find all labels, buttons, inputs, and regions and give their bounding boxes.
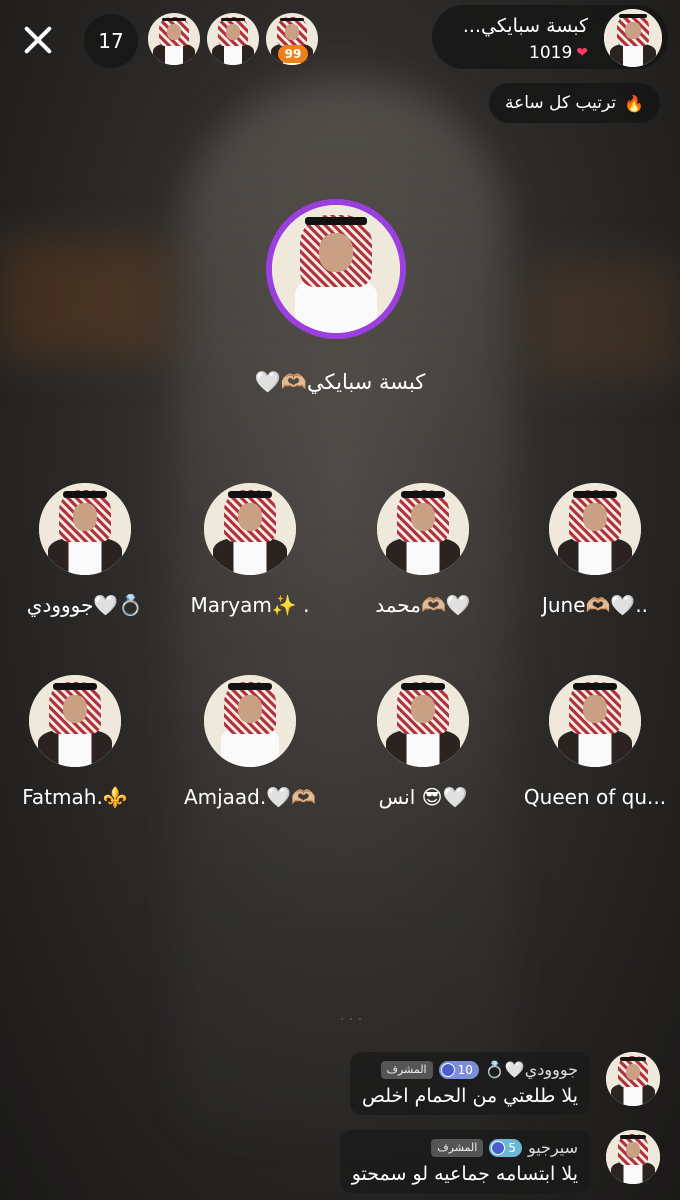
host-card[interactable]: كبسة سبايكي... 1019 ❤	[432, 5, 668, 69]
seat-name: June🫶🏼🤍..	[541, 593, 649, 617]
seat[interactable]: June🫶🏼🤍..	[510, 483, 680, 617]
avatar	[377, 675, 469, 767]
seat-avatar[interactable]	[29, 675, 121, 767]
avatar	[39, 483, 131, 575]
seat-avatar[interactable]	[204, 675, 296, 767]
chat-username[interactable]: سيرجيو	[528, 1138, 578, 1157]
seat[interactable]: محمد🫶🏼🤍	[338, 483, 508, 617]
avatar	[604, 9, 662, 67]
avatar	[549, 675, 641, 767]
level-badge: 5	[489, 1138, 522, 1157]
seat-name: جووودي🤍💍	[26, 593, 144, 617]
chat-username[interactable]: جووودي🤍💍	[485, 1060, 578, 1079]
rank-badge: 99	[278, 45, 308, 63]
background-glow-right	[530, 260, 680, 380]
seat[interactable]: Amjaad.🤍🫶🏼	[165, 675, 335, 809]
seat[interactable]: Fatmah.⚜️	[0, 675, 160, 809]
avatar	[549, 483, 641, 575]
avatar	[148, 13, 200, 65]
seat[interactable]: جووودي🤍💍	[0, 483, 170, 617]
seat-name: انس 😎🤍	[378, 785, 468, 809]
chat-header: سيرجيو 5 المشرف	[352, 1138, 578, 1157]
role-badge: المشرف	[380, 1060, 433, 1079]
avatar	[272, 205, 400, 333]
chat-text: يلا ابتسامه جماعيه لو سمحتو	[351, 1163, 578, 1185]
heart-icon: ❤	[576, 45, 588, 61]
host-name: كبسة سبايكي...	[462, 15, 588, 37]
fire-icon: 🔥	[624, 93, 644, 113]
level-badge: 10	[438, 1060, 479, 1079]
avatar	[606, 1052, 660, 1106]
chat-avatar[interactable]	[606, 1130, 660, 1184]
gem-icon	[491, 1140, 506, 1155]
top-viewer-avatar[interactable]	[207, 13, 259, 65]
hourly-ranking-button[interactable]: 🔥 ترتيب كل ساعة	[488, 83, 660, 123]
chat-text: يلا طلعتي من الحمام اخلص	[361, 1085, 578, 1107]
seat-name: محمد🫶🏼🤍	[375, 593, 471, 617]
seat[interactable]: Queen of qu...	[510, 675, 680, 809]
seat-avatar[interactable]	[549, 483, 641, 575]
host-avatar[interactable]	[604, 9, 662, 67]
seat[interactable]: Maryam✨ .	[165, 483, 335, 617]
chat-header: جووودي🤍💍 10 المشرف	[362, 1060, 578, 1079]
background-glow-left	[0, 240, 170, 360]
seat-name: Maryam✨ .	[190, 593, 310, 617]
seat-avatar[interactable]	[204, 483, 296, 575]
seat-avatar[interactable]	[549, 675, 641, 767]
host-likes: 1019 ❤	[529, 43, 588, 63]
avatar	[377, 483, 469, 575]
close-icon[interactable]	[18, 20, 58, 60]
top-viewer-avatar[interactable]	[148, 13, 200, 65]
seat[interactable]: انس 😎🤍	[338, 675, 508, 809]
chat-message[interactable]: سيرجيو 5 المشرف يلا ابتسامه جماعيه لو سم…	[339, 1130, 590, 1193]
seat-name: Queen of qu...	[523, 785, 667, 809]
role-badge: المشرف	[431, 1138, 484, 1157]
chat-message[interactable]: جووودي🤍💍 10 المشرف يلا طلعتي من الحمام ا…	[349, 1052, 590, 1115]
seat-avatar[interactable]	[39, 483, 131, 575]
seat-avatar[interactable]	[377, 483, 469, 575]
faded-chat-line: · · ·	[340, 1012, 363, 1028]
gem-icon	[440, 1062, 455, 1077]
main-host-name: كبسة سبايكي🫶🏼🤍	[254, 370, 426, 394]
avatar	[204, 675, 296, 767]
avatar	[606, 1130, 660, 1184]
avatar	[207, 13, 259, 65]
main-host-avatar[interactable]	[266, 199, 406, 339]
seat-name: Amjaad.🤍🫶🏼	[183, 785, 317, 809]
seat-avatar[interactable]	[377, 675, 469, 767]
viewer-count[interactable]: 17	[84, 14, 138, 68]
seat-name: Fatmah.⚜️	[22, 785, 128, 809]
chat-avatar[interactable]	[606, 1052, 660, 1106]
avatar	[204, 483, 296, 575]
avatar	[29, 675, 121, 767]
